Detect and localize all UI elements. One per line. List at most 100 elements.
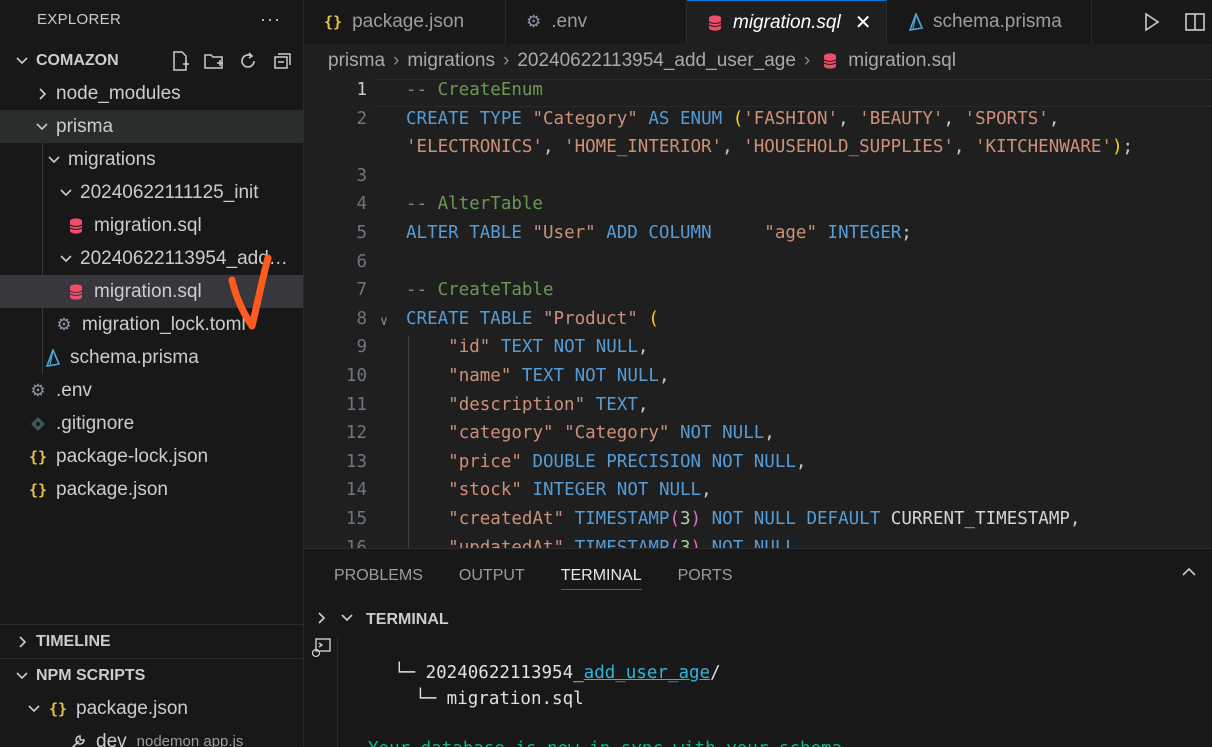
tree-item-label: package.json (56, 478, 168, 500)
code-line: -- CreateTable (406, 280, 554, 301)
chevron-up-icon[interactable] (1180, 563, 1198, 586)
more-actions-icon[interactable]: ··· (260, 9, 281, 30)
chevron-down-icon (14, 669, 30, 683)
tab-migration-sql[interactable]: migration.sql ✕ (687, 0, 887, 44)
collapse-all-icon[interactable] (271, 50, 293, 72)
terminal-output[interactable]: └─ 20240622113954_add_user_age/ └─ migra… (338, 637, 1212, 747)
code-line: "description" TEXT, (448, 394, 649, 415)
npm-script-dev[interactable]: dev nodemon app.js (0, 725, 303, 747)
code-line: -- AlterTable (406, 194, 543, 215)
line-number: 15 (345, 509, 367, 529)
json-icon: {} (324, 13, 343, 31)
tab-env[interactable]: ⚙ .env (506, 0, 687, 44)
tab-terminal[interactable]: TERMINAL (560, 567, 642, 590)
breadcrumb: prisma › migrations › 20240622113954_add… (304, 44, 1212, 78)
timeline-section[interactable]: TIMELINE (0, 625, 303, 658)
editor-tabs: {} package.json ⚙ .env migration.sql ✕ s… (304, 0, 1212, 44)
tree-item-label: package-lock.json (56, 445, 209, 467)
chevron-down-icon (26, 702, 42, 716)
new-file-icon[interactable] (169, 50, 191, 72)
tree-item-env[interactable]: ⚙ .env (0, 374, 303, 407)
chevron-down-icon[interactable] (340, 611, 354, 630)
tree-item-package-lock[interactable]: {} package-lock.json (0, 440, 303, 473)
tree-item-label: node_modules (56, 82, 181, 104)
line-number: 9 (356, 337, 367, 358)
code-line: CREATE TYPE "Category" AS ENUM ('FASHION… (406, 108, 1060, 129)
code-line: ALTER TABLE "User" ADD COLUMN "age" INTE… (406, 223, 912, 243)
tree-item-init-folder[interactable]: 20240622111125_init (0, 176, 303, 209)
tab-ports[interactable]: PORTS (678, 567, 733, 585)
chevron-right-icon (34, 87, 50, 101)
explorer-sidebar: EXPLORER ··· COMAZON node_modules prisma (0, 0, 304, 747)
tab-label: package.json (352, 11, 465, 32)
npm-script-command: nodemon app.js (136, 733, 244, 747)
tab-label: migration.sql (733, 11, 841, 33)
npm-file-label: package.json (76, 697, 188, 719)
database-icon (66, 283, 86, 301)
tree-item-label: migrations (68, 148, 156, 170)
bottom-panel: PROBLEMS OUTPUT TERMINAL PORTS TERMINAL … (304, 548, 1212, 747)
annotation-checkmark (228, 254, 272, 330)
fold-chevron-icon[interactable]: ∨ (380, 314, 388, 329)
tree-item-package-json[interactable]: {} package.json (0, 473, 303, 506)
tree-item-label: 20240622111125_init (80, 181, 259, 203)
chevron-right-icon: › (393, 50, 400, 71)
line-number: 14 (345, 480, 367, 501)
line-number: 10 (345, 366, 367, 386)
tab-label: .env (551, 11, 588, 32)
terminal-line: └─ migration.sql (394, 689, 584, 709)
line-number: 13 (345, 451, 367, 472)
tab-problems[interactable]: PROBLEMS (334, 567, 423, 585)
chevron-right-icon[interactable] (314, 611, 328, 630)
prisma-icon (907, 13, 923, 31)
npm-scripts-section[interactable]: NPM SCRIPTS (0, 659, 303, 692)
breadcrumb-item[interactable]: migration.sql (848, 50, 956, 72)
refresh-icon[interactable] (237, 50, 259, 72)
git-icon (28, 416, 48, 432)
tree-item-label: .env (56, 379, 92, 401)
project-name: COMAZON (36, 51, 119, 69)
code-line: "stock" INTEGER NOT NULL, (448, 480, 712, 501)
tree-item-migrations[interactable]: migrations (0, 143, 303, 176)
tree-item-schema-prisma[interactable]: schema.prisma (0, 341, 303, 374)
run-icon[interactable] (1140, 11, 1162, 33)
chevron-down-icon (46, 153, 62, 167)
tab-package-json[interactable]: {} package.json (304, 0, 506, 44)
code-editor[interactable]: 1 2 3 4 5 6 7 8 9 10 11 12 13 14 15 16 -- CreateEnum CRE… (304, 78, 1212, 548)
gear-icon: ⚙ (526, 12, 542, 31)
chevron-right-icon: › (503, 50, 510, 71)
breadcrumb-item[interactable]: migrations (407, 50, 495, 72)
tree-item-node-modules[interactable]: node_modules (0, 77, 303, 110)
database-icon (707, 14, 723, 32)
split-editor-icon[interactable] (1184, 11, 1206, 33)
line-number: 6 (356, 251, 367, 272)
line-number: 3 (356, 165, 367, 186)
chevron-right-icon: › (803, 50, 811, 71)
line-number: 5 (356, 223, 367, 243)
breadcrumb-item[interactable]: 20240622113954_add_user_age (517, 50, 796, 72)
timeline-title: TIMELINE (36, 632, 111, 650)
line-number: 16 (345, 537, 367, 548)
tab-output[interactable]: OUTPUT (459, 567, 525, 585)
npm-script-name: dev (96, 730, 127, 747)
line-number: 11 (345, 394, 367, 415)
tree-item-init-migration-sql[interactable]: migration.sql (0, 209, 303, 242)
project-root[interactable]: COMAZON (0, 44, 303, 77)
terminal-debug-icon[interactable] (310, 637, 332, 659)
explorer-header: EXPLORER ··· (0, 0, 303, 38)
tab-schema-prisma[interactable]: schema.prisma (887, 0, 1092, 44)
code-line: "id" TEXT NOT NULL, (448, 337, 649, 358)
code-line: "createdAt" TIMESTAMP(3) NOT NULL DEFAUL… (448, 509, 1081, 529)
explorer-title: EXPLORER (37, 10, 122, 28)
line-number: 8 (356, 308, 367, 329)
terminal-header: TERMINAL (304, 603, 1212, 637)
line-number: 12 (345, 423, 367, 444)
npm-package-json[interactable]: {} package.json (0, 692, 303, 725)
tree-item-gitignore[interactable]: .gitignore (0, 407, 303, 440)
database-icon (822, 52, 838, 70)
new-folder-icon[interactable] (203, 50, 225, 72)
tree-item-prisma[interactable]: prisma (0, 110, 303, 143)
breadcrumb-item[interactable]: prisma (328, 50, 385, 72)
close-icon[interactable]: ✕ (855, 10, 872, 35)
line-number: 2 (356, 108, 367, 129)
